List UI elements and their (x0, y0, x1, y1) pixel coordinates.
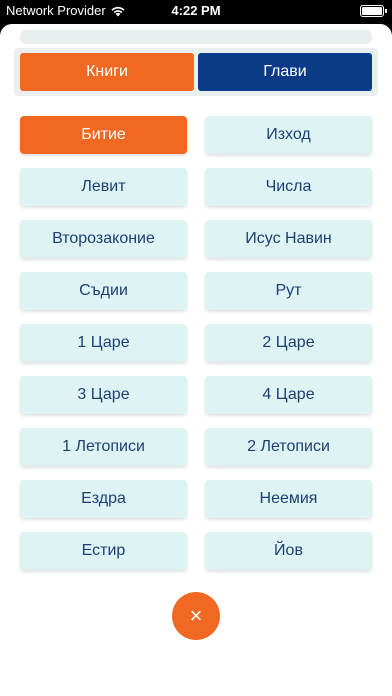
book-button[interactable]: Числа (205, 168, 372, 206)
close-button[interactable]: × (172, 592, 220, 640)
book-button[interactable]: 1 Летописи (20, 428, 187, 466)
book-button[interactable]: 1 Царе (20, 324, 187, 362)
book-button[interactable]: Неемия (205, 480, 372, 518)
book-button[interactable]: Битие (20, 116, 187, 154)
book-button[interactable]: Второзаконие (20, 220, 187, 258)
book-button[interactable]: Левит (20, 168, 187, 206)
book-button[interactable]: Ездра (20, 480, 187, 518)
close-icon: × (189, 603, 203, 628)
book-button[interactable]: 4 Царе (205, 376, 372, 414)
sheet-top-strip (20, 30, 372, 44)
book-button[interactable]: Йов (205, 532, 372, 570)
book-button[interactable]: Съдии (20, 272, 187, 310)
books-sheet: Книги Глави Битие Изход Левит Числа Второзак… (0, 24, 392, 696)
book-button[interactable]: Естир (20, 532, 187, 570)
book-button[interactable]: Исус Навин (205, 220, 372, 258)
tab-chapters[interactable]: Глави (198, 53, 372, 91)
battery-icon (360, 5, 387, 17)
book-button[interactable]: 3 Царе (20, 376, 187, 414)
status-bar: Network Provider 4:22 PM (0, 0, 392, 22)
status-time: 4:22 PM (171, 3, 221, 18)
tab-books[interactable]: Книги (20, 53, 194, 91)
book-button[interactable]: Изход (205, 116, 372, 154)
segmented-control: Книги Глави (14, 48, 378, 96)
book-button[interactable]: Рут (205, 272, 372, 310)
book-button[interactable]: 2 Царе (205, 324, 372, 362)
book-button[interactable]: 2 Летописи (205, 428, 372, 466)
